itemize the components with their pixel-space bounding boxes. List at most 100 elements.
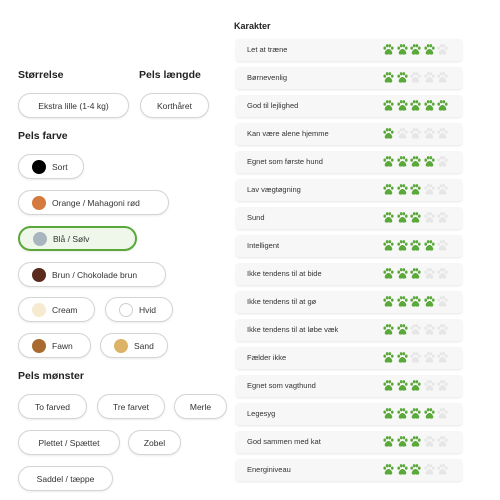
paw-print-icon [436,43,449,56]
paw-print-icon [409,323,422,336]
pattern-chip-spotted[interactable]: Plettet / Spættet [18,430,120,455]
paw-print-icon [382,407,395,420]
paw-print-icon [382,183,395,196]
coat-length-chip[interactable]: Korthåret [140,93,209,118]
paw-print-icon [436,183,449,196]
characteristic-row: Fælder ikke [236,347,462,369]
pattern-chip-two-color[interactable]: To farved [18,394,87,419]
characteristic-row: Sund [236,207,462,229]
paw-print-icon [409,183,422,196]
paw-print-icon [382,99,395,112]
paw-print-icon [382,127,395,140]
paw-print-icon [396,99,409,112]
paw-print-icon [423,323,436,336]
paw-print-icon [423,351,436,364]
paw-rating [382,379,450,392]
characteristic-label: Legesyg [247,409,276,418]
paw-print-icon [436,267,449,280]
color-chip-white[interactable]: Hvid [105,297,173,322]
characteristic-row: God til lejlighed [236,95,462,117]
pattern-chip-sable[interactable]: Zobel [128,430,181,455]
paw-print-icon [396,211,409,224]
paw-rating [382,463,450,476]
paw-print-icon [423,239,436,252]
characteristic-row: Legesyg [236,403,462,425]
paw-rating [382,239,450,252]
paw-print-icon [396,71,409,84]
paw-print-icon [382,267,395,280]
characteristic-row: Kan være alene hjemme [236,123,462,145]
characteristic-label: Egnet som vagthund [247,381,316,390]
paw-print-icon [436,127,449,140]
color-chip-fawn[interactable]: Fawn [18,333,91,358]
paw-print-icon [423,71,436,84]
paw-print-icon [409,71,422,84]
paw-print-icon [382,379,395,392]
pattern-chip-saddle[interactable]: Saddel / tæppe [18,466,113,491]
characteristic-label: Ikke tendens til at bide [247,269,322,278]
paw-print-icon [423,211,436,224]
paw-print-icon [423,127,436,140]
paw-rating [382,407,450,420]
characteristic-label: Let at træne [247,45,288,54]
characteristic-label: God til lejlighed [247,101,299,110]
paw-print-icon [409,155,422,168]
characteristic-label: Egnet som første hund [247,157,323,166]
paw-print-icon [436,379,449,392]
color-chip-label: Orange / Mahagoni rød [52,197,140,208]
characteristic-row: Ikke tendens til at gø [236,291,462,313]
characteristic-label: Kan være alene hjemme [247,129,329,138]
pattern-chip-merle[interactable]: Merle [174,394,227,419]
paw-print-icon [382,323,395,336]
color-swatch [32,302,46,317]
characteristics-title: Karakter [234,21,271,31]
color-chip-sand[interactable]: Sand [100,333,168,358]
characteristic-row: Energiniveau [236,459,462,481]
paw-print-icon [409,351,422,364]
pattern-chip-three-color[interactable]: Tre farvet [97,394,165,419]
color-swatch [33,231,47,246]
color-swatch [32,159,46,174]
characteristic-row: Ikke tendens til at løbe væk [236,319,462,341]
paw-print-icon [423,407,436,420]
paw-print-icon [436,295,449,308]
paw-print-icon [423,267,436,280]
characteristic-row: Ikke tendens til at bide [236,263,462,285]
paw-print-icon [409,407,422,420]
paw-print-icon [396,351,409,364]
size-chip[interactable]: Ekstra lille (1-4 kg) [18,93,129,118]
paw-print-icon [382,295,395,308]
paw-print-icon [423,99,436,112]
color-chip-blue-silver[interactable]: Blå / Sølv [18,226,137,251]
paw-print-icon [409,267,422,280]
paw-print-icon [396,379,409,392]
paw-print-icon [396,407,409,420]
characteristic-row: Egnet som vagthund [236,375,462,397]
paw-print-icon [409,435,422,448]
paw-rating [382,155,450,168]
paw-print-icon [436,351,449,364]
color-swatch [32,338,46,353]
paw-print-icon [409,43,422,56]
paw-print-icon [409,211,422,224]
paw-print-icon [382,71,395,84]
paw-print-icon [436,211,449,224]
color-chip-cream[interactable]: Cream [18,297,95,322]
paw-rating [382,99,450,112]
color-chip-sort[interactable]: Sort [18,154,84,179]
paw-print-icon [436,463,449,476]
characteristic-row: Lav vægtøgning [236,179,462,201]
characteristic-label: Intelligent [247,241,280,250]
characteristic-label: Sund [247,213,265,222]
characteristic-label: Ikke tendens til at gø [247,297,317,306]
paw-rating [382,211,450,224]
paw-print-icon [423,463,436,476]
color-chip-brown[interactable]: Brun / Chokolade brun [18,262,166,287]
characteristic-label: Fælder ikke [247,353,287,362]
color-chip-label: Hvid [139,304,157,315]
color-swatch [114,338,128,353]
paw-print-icon [436,239,449,252]
paw-print-icon [436,71,449,84]
coat-length-heading: Pels længde [139,69,201,81]
color-chip-orange[interactable]: Orange / Mahagoni rød [18,190,169,215]
